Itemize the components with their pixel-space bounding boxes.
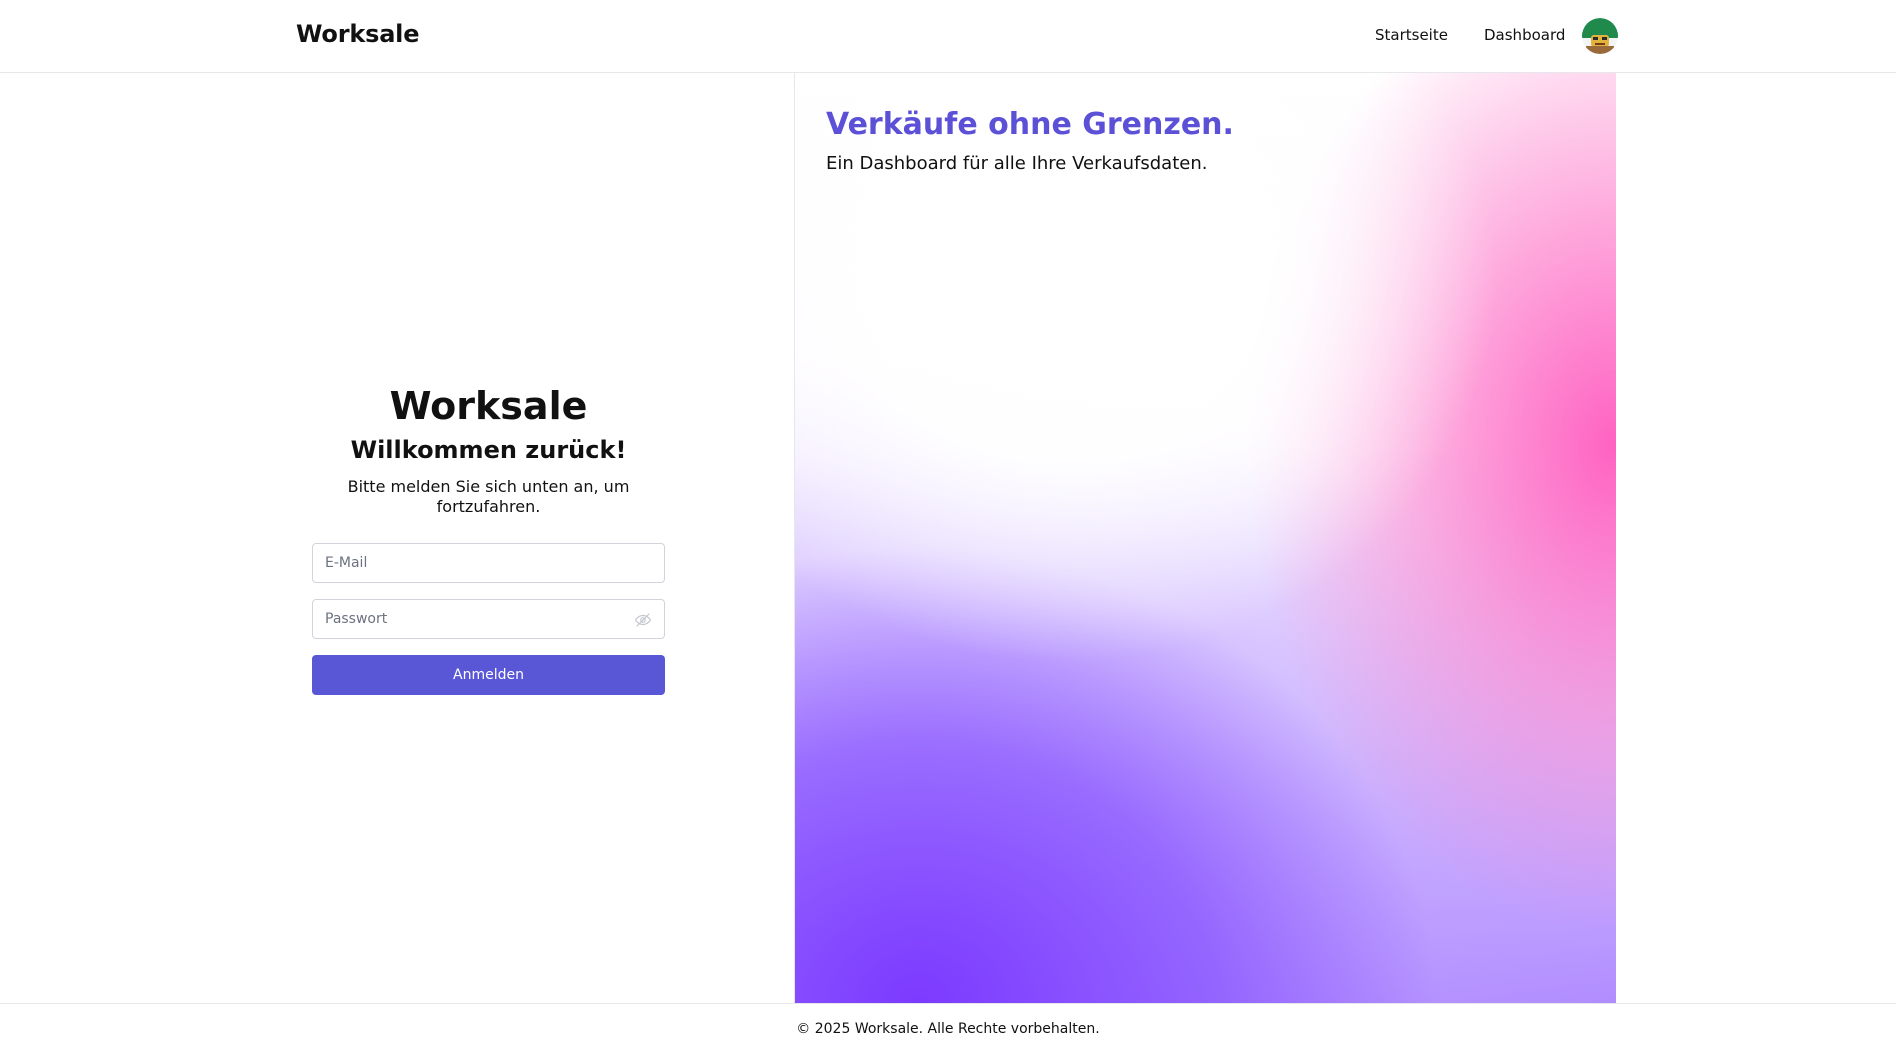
brand-logo-text[interactable]: Worksale — [296, 20, 419, 48]
eye-off-icon[interactable] — [634, 611, 652, 629]
welcome-heading: Willkommen zurück! — [350, 436, 627, 464]
password-input[interactable] — [313, 600, 664, 638]
login-form: Worksale Willkommen zurück! Bitte melden… — [312, 383, 665, 695]
login-instructions: Bitte melden Sie sich unten an, um fortz… — [347, 477, 630, 516]
user-avatar-icon[interactable] — [1582, 18, 1618, 54]
hero-panel: Verkäufe ohne Grenzen. Ein Dashboard für… — [794, 73, 1616, 1003]
password-field-wrapper — [312, 599, 665, 639]
page-footer: © 2025 Worksale. Alle Rechte vorbehalten… — [0, 1003, 1896, 1056]
nav-link-startseite[interactable]: Startseite — [1375, 26, 1448, 44]
hero-subtitle: Ein Dashboard für alle Ihre Verkaufsdate… — [826, 153, 1208, 174]
email-field-wrapper — [312, 543, 665, 583]
login-submit-button[interactable]: Anmelden — [312, 655, 665, 695]
hero-title: Verkäufe ohne Grenzen. — [826, 107, 1234, 142]
login-brand-title: Worksale — [389, 384, 588, 428]
avatar-image — [1582, 18, 1618, 54]
copyright-text: © 2025 Worksale. Alle Rechte vorbehalten… — [796, 1021, 1100, 1037]
login-pane: Worksale Willkommen zurück! Bitte melden… — [0, 73, 794, 1003]
top-navbar: Worksale Startseite Dashboard — [0, 0, 1896, 73]
nav-link-dashboard[interactable]: Dashboard — [1484, 26, 1565, 44]
email-input[interactable] — [313, 544, 664, 582]
